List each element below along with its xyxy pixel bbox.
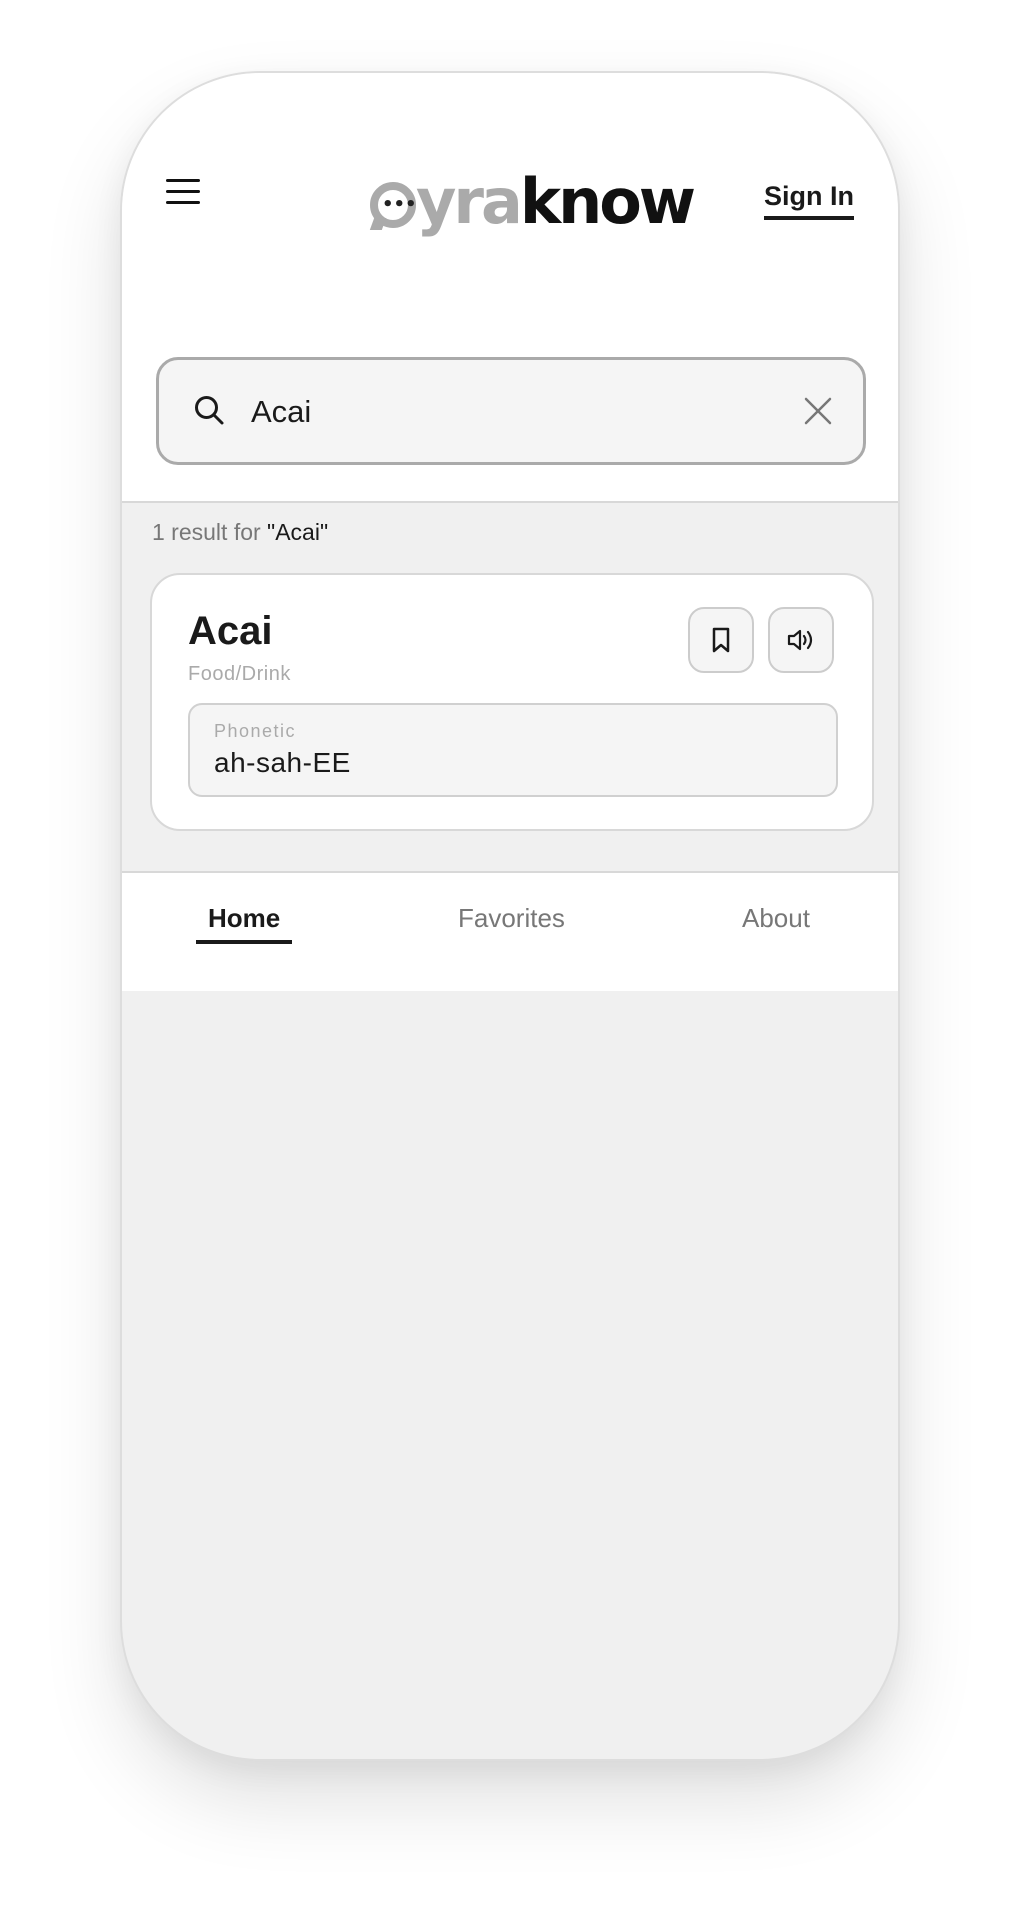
card-category: Food/Drink <box>188 663 291 685</box>
close-icon[interactable] <box>803 396 833 426</box>
bookmark-button[interactable] <box>688 607 754 673</box>
pronounce-button[interactable] <box>768 607 834 673</box>
phonetic-label: Phonetic <box>214 721 297 741</box>
logo-dots: ••• <box>382 194 417 215</box>
bookmark-icon <box>712 627 730 653</box>
speaker-icon <box>787 629 813 651</box>
phonetic-value: ah-sah-EE <box>214 747 351 778</box>
app-logo: ••• yra know <box>370 165 696 238</box>
logo-text-light: yra <box>416 165 523 238</box>
chat-bubble-icon: ••• <box>370 182 417 228</box>
result-count: 1 result for "Acai" <box>152 519 328 546</box>
search-input[interactable] <box>249 386 773 438</box>
search-box <box>156 357 866 465</box>
tab-home[interactable]: Home <box>196 903 293 944</box>
tab-about[interactable]: About <box>742 903 810 934</box>
bottom-nav: Home Favorites About <box>122 871 898 991</box>
card-title: Acai <box>188 609 273 653</box>
phone-frame: ••• yraknow Sign In 1 result for "Acai" … <box>120 71 900 1761</box>
phonetic-box: Phonetic ah-sah-EE <box>188 703 838 797</box>
tab-favorites[interactable]: Favorites <box>458 903 565 934</box>
sign-in-link[interactable]: Sign In <box>764 181 854 220</box>
result-query: "Acai" <box>267 519 329 545</box>
result-card[interactable]: Acai Food/Drink Phonetic ah-sah-EE <box>150 573 874 831</box>
header-area: ••• yra know Sign In <box>122 73 898 503</box>
search-icon <box>195 396 224 425</box>
logo-text-dark: know <box>519 165 696 238</box>
menu-icon[interactable] <box>166 177 202 207</box>
result-count-prefix: 1 result for <box>152 519 268 545</box>
